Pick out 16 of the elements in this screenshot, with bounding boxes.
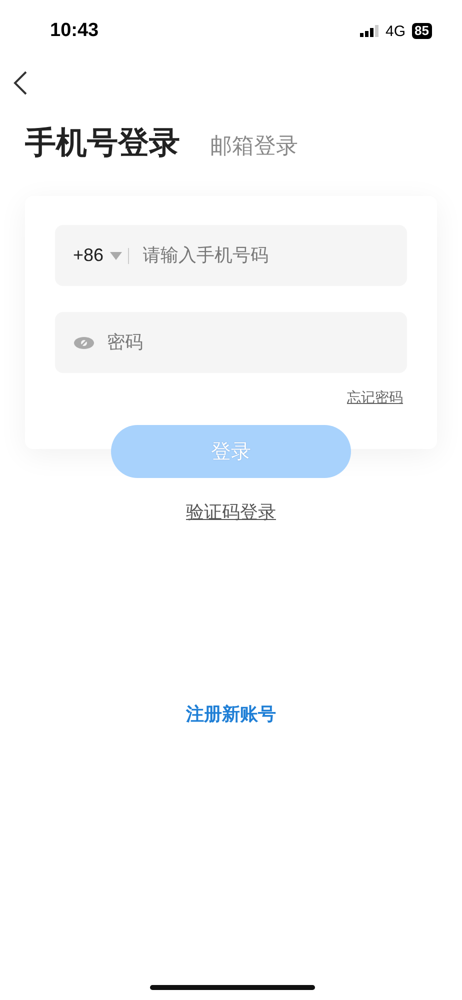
signal-icon (360, 25, 380, 37)
phone-field[interactable]: +86 请输入手机号码 (55, 225, 407, 286)
battery-level: 85 (412, 23, 432, 39)
network-label: 4G (386, 22, 406, 40)
country-code[interactable]: +86 (73, 245, 104, 266)
password-field[interactable]: 密码 (55, 312, 407, 373)
forgot-password-link[interactable]: 忘记密码 (347, 389, 403, 407)
status-time: 10:43 (50, 20, 99, 42)
eye-icon[interactable] (73, 336, 95, 350)
caret-icon[interactable] (110, 252, 122, 260)
login-tab[interactable]: 邮箱登录 (210, 131, 298, 161)
code-login-link[interactable]: 验证码登录 (186, 500, 276, 524)
phone-input[interactable]: 请输入手机号码 (140, 244, 389, 267)
password-input[interactable]: 密码 (105, 331, 389, 354)
register-link[interactable]: 注册新账号 (186, 702, 276, 726)
login-tab[interactable]: 手机号登录 (25, 122, 180, 164)
